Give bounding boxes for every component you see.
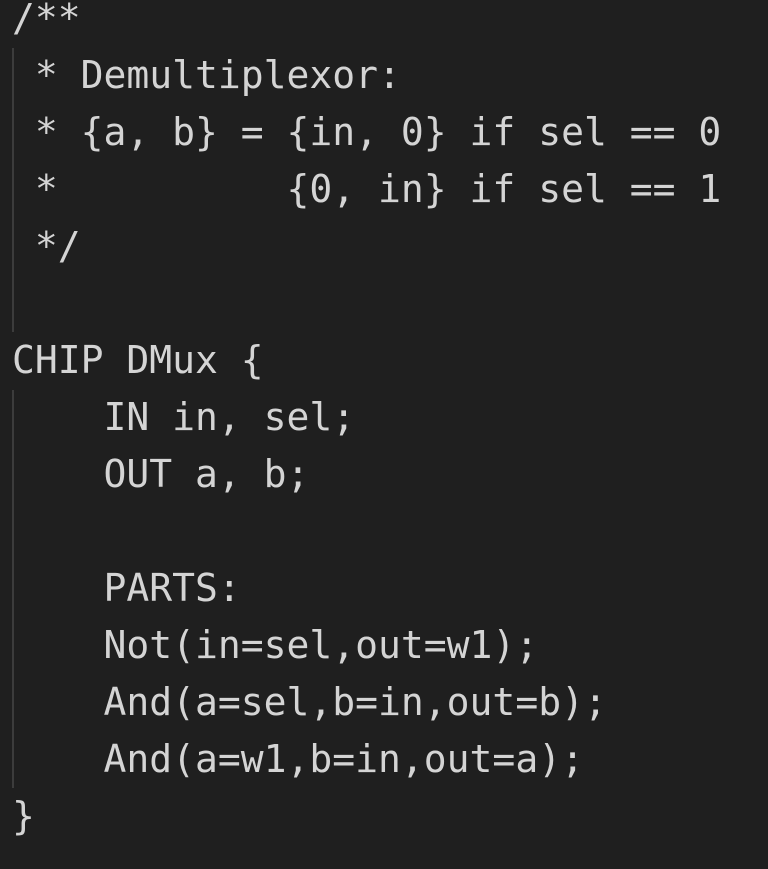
code-line-5[interactable]: */: [12, 218, 81, 275]
code-line-8[interactable]: IN in, sel;: [12, 389, 356, 446]
code-line-11[interactable]: PARTS:: [12, 560, 241, 617]
code-line-13[interactable]: And(a=sel,b=in,out=b);: [12, 674, 607, 731]
code-line-9[interactable]: OUT a, b;: [12, 446, 310, 503]
code-line-12[interactable]: Not(in=sel,out=w1);: [12, 617, 539, 674]
code-line-3[interactable]: * {a, b} = {in, 0} if sel == 0: [12, 104, 721, 161]
code-editor[interactable]: /** * Demultiplexor: * {a, b} = {in, 0} …: [0, 0, 768, 869]
code-line-7[interactable]: CHIP DMux {: [12, 332, 264, 389]
code-line-14[interactable]: And(a=w1,b=in,out=a);: [12, 731, 584, 788]
code-line-4[interactable]: * {0, in} if sel == 1: [12, 161, 721, 218]
code-line-2[interactable]: * Demultiplexor:: [12, 47, 401, 104]
code-line-1[interactable]: /**: [12, 0, 81, 47]
code-line-15[interactable]: }: [12, 788, 35, 845]
